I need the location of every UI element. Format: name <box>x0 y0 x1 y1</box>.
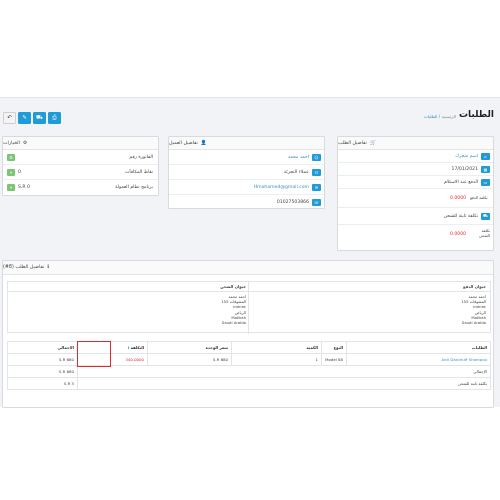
customer-group: عملاء التجزئة <box>283 169 309 175</box>
calendar-icon: ▦ <box>481 165 490 173</box>
invoice-row: الفاتورة رقم ⚙ <box>3 150 158 165</box>
date-row: ▦ 17/01/2021 <box>338 163 493 176</box>
shipping-address: احمد محمد المشوقات 155 mdnac الرياض Makk… <box>221 294 246 326</box>
store-row: ⌂ اسم متجرك <box>338 150 493 163</box>
invoice-generate-button[interactable]: ⚙ <box>7 153 15 161</box>
shipping-cost-label: تكلفة الشحن <box>479 228 490 238</box>
customer-email-row: ✉ Hmohamed@gmail.com <box>169 180 324 195</box>
shipping-cost-value: 0.0000 <box>450 231 467 237</box>
subtotal-label: الإجمالي <box>77 365 491 378</box>
edit-button[interactable]: ✎ <box>18 112 31 124</box>
order-date: 17/01/2021 <box>451 166 478 172</box>
customer-phone-row: ☏ 01027503866 <box>169 195 324 209</box>
page-title: الطلبات <box>458 110 494 120</box>
page-frame: الطلبات الرئيسية / الطلبات ↶ ✎ ⛟ ⎙ 🛒 تفا… <box>0 97 500 408</box>
cart-icon: 🛒 <box>369 140 376 146</box>
payment-method: الدفع عند الاستلام <box>444 179 478 185</box>
order-details-title: تفاصيل الطلب <box>338 140 367 146</box>
customer-details-title: تفاصيل العميل <box>169 140 198 146</box>
products-table: الاجمالي التكلفة ℹ سعر الوحدة الكمية الن… <box>7 341 491 390</box>
truck-icon: ⛟ <box>481 212 490 220</box>
affiliate-label: برنامج نظام العمولة <box>115 185 153 190</box>
row-unit-price: S.R 680 <box>147 353 232 366</box>
customer-group-row: ☷ عملاء التجزئة <box>169 165 324 180</box>
phone-icon: ☏ <box>312 198 321 206</box>
payment-cost-row: تكلفة الدفع 0.0000 <box>338 189 493 208</box>
shipping-total-row: S.R 5 تكلفة ثابتة للشحن <box>7 377 491 390</box>
col-unit-price: سعر الوحدة <box>147 341 232 354</box>
row-product-link[interactable]: Anti Dandruff Shampoo <box>346 353 491 366</box>
payment-address: احمد محمد المشوقات 155 mdnac الرياض Makk… <box>461 294 486 326</box>
credit-card-icon: ▭ <box>481 178 490 186</box>
cost-column-highlight <box>77 341 111 367</box>
subtotal-row: S.R 680 الإجمالي <box>7 365 491 378</box>
group-icon: ☷ <box>312 168 321 176</box>
print-invoice-button[interactable]: ⎙ <box>48 112 61 124</box>
payment-cost-value: 0.0000 <box>450 195 467 201</box>
user-icon: ☺ <box>312 153 321 161</box>
col-product: الطلبات <box>346 341 491 354</box>
col-model: النوع <box>321 341 347 354</box>
order-details-panel: 🛒 تفاصيل الطلب ⌂ اسم متجرك ▦ 17/01/2021 … <box>337 136 494 251</box>
subtotal-value: S.R 680 <box>7 365 78 378</box>
cog-icon: ⚙ <box>22 140 28 146</box>
back-button[interactable]: ↶ <box>3 112 16 124</box>
shipping-cost-row: تكلفة الشحن 0.0000 <box>338 225 493 243</box>
col-quantity: الكمية <box>231 341 322 354</box>
customer-phone: 01027503866 <box>276 199 309 205</box>
envelope-icon: ✉ <box>312 183 321 191</box>
store-link[interactable]: اسم متجرك <box>455 154 478 159</box>
customer-details-panel: 👤 تفاصيل العميل ☺ احمد محمد ☷ عملاء التج… <box>168 136 325 209</box>
order-items-title: تفاصيل الطلب (8#) <box>3 265 45 270</box>
truck-icon: ⛟ <box>36 114 43 121</box>
customer-name-row: ☺ احمد محمد <box>169 150 324 165</box>
customer-email-link[interactable]: Hmohamed@gmail.com <box>254 185 309 190</box>
payment-address-cell: عنوان الدفع احمد محمد المشوقات 155 mdnac… <box>248 282 490 334</box>
affiliate-row: برنامج نظام العمولة S.R 0 + <box>3 180 158 195</box>
shipping-total-value: S.R 5 <box>7 377 78 390</box>
reward-row: نقاط المكافآت 0 + <box>3 165 158 180</box>
payment-address-title: عنوان الدفع <box>249 282 490 292</box>
action-toolbar: ↶ ✎ ⛟ ⎙ <box>3 112 61 124</box>
payment-method-row: ▭ الدفع عند الاستلام <box>338 176 493 189</box>
reward-label: نقاط المكافآت <box>125 169 153 175</box>
shipping-address-cell: عنوان الشحن احمد محمد المشوقات 155 mdnac… <box>8 282 250 334</box>
invoice-label: الفاتورة رقم <box>129 154 153 160</box>
reply-icon: ↶ <box>7 115 12 121</box>
payment-cost-label: تكلفة الدفع <box>470 194 488 200</box>
breadcrumb-orders[interactable]: الطلبات <box>424 114 438 119</box>
row-model: Model 88 <box>321 353 347 366</box>
breadcrumb: الرئيسية / الطلبات <box>423 114 456 119</box>
col-total: الاجمالي <box>7 341 78 354</box>
affiliate-add-button[interactable]: + <box>7 184 15 191</box>
info-icon: ℹ <box>127 345 130 350</box>
options-title: الخيارات <box>3 140 20 146</box>
reward-value: 0 <box>18 169 21 175</box>
addresses-table: عنوان الدفع احمد محمد المشوقات 155 mdnac… <box>7 281 491 334</box>
breadcrumb-home[interactable]: الرئيسية <box>442 114 456 119</box>
customer-name-link[interactable]: احمد محمد <box>288 155 309 160</box>
print-icon: ⎙ <box>52 114 57 121</box>
user-icon: 👤 <box>200 140 207 146</box>
shipping-method-row: ⛟ تكلفة ثابتة للشحن <box>338 208 493 225</box>
shipping-method: تكلفة ثابتة للشحن <box>443 213 478 219</box>
shipping-button[interactable]: ⛟ <box>33 112 46 124</box>
pencil-icon: ✎ <box>22 115 27 121</box>
page-header: الطلبات الرئيسية / الطلبات ↶ ✎ ⛟ ⎙ <box>0 98 500 138</box>
row-total: S.R 680 <box>7 353 78 366</box>
order-items-panel: ℹ تفاصيل الطلب (8#) عنوان الدفع احمد محم… <box>2 260 494 408</box>
affiliate-value: S.R 0 <box>18 185 30 190</box>
options-panel: ⚙ الخيارات الفاتورة رقم ⚙ نقاط المكافآت … <box>2 136 159 196</box>
row-quantity: 1 <box>231 353 322 366</box>
shipping-address-title: عنوان الشحن <box>8 282 250 292</box>
info-icon: ℹ <box>47 265 50 270</box>
shipping-total-label: تكلفة ثابتة للشحن <box>77 377 491 390</box>
reward-add-button[interactable]: + <box>7 168 15 176</box>
shop-icon: ⌂ <box>481 152 490 160</box>
